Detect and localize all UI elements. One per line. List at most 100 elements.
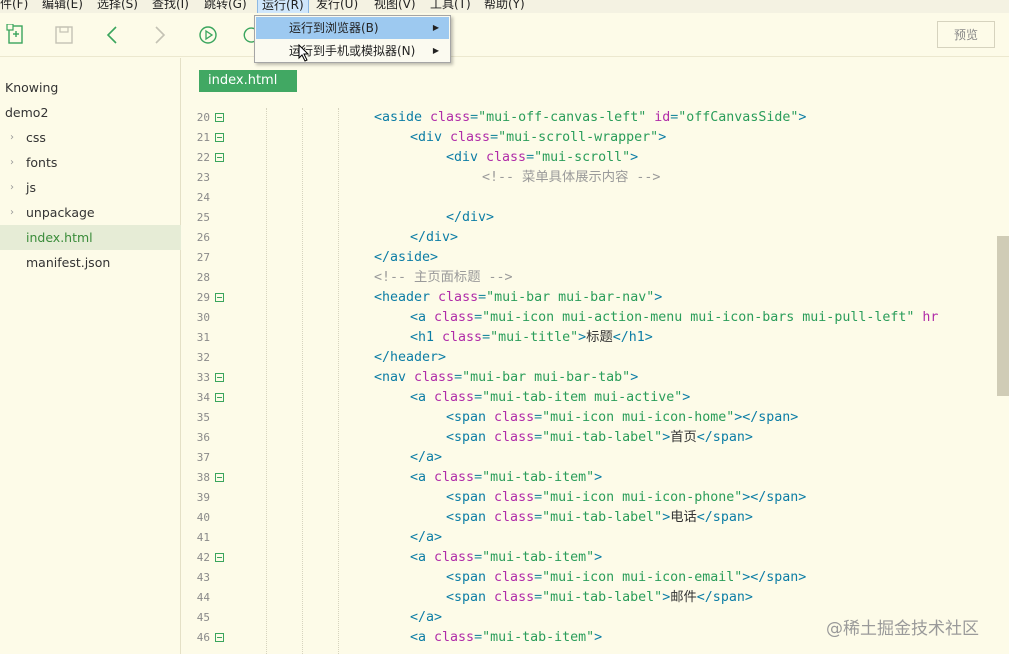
code-token: <span xyxy=(446,410,495,425)
chevron-right-icon[interactable]: › xyxy=(10,200,14,225)
new-file-icon[interactable] xyxy=(4,23,28,47)
line-number: 34 xyxy=(196,391,210,404)
code-line[interactable]: 44 <span class="mui-tab-label">邮件</span> xyxy=(182,588,997,608)
code-line[interactable]: 28 <!-- 主页面标题 --> xyxy=(182,268,997,288)
back-icon[interactable] xyxy=(100,23,124,47)
fold-toggle-icon[interactable] xyxy=(215,373,224,382)
code-token: = xyxy=(478,290,487,305)
code-line[interactable]: 26 </div> xyxy=(182,228,997,248)
code-line[interactable]: 25 </div> xyxy=(182,208,997,228)
code-line[interactable]: 32 </header> xyxy=(182,348,997,368)
menu-item[interactable]: 帮助(Y) xyxy=(484,0,525,12)
code-token: </span> xyxy=(696,590,753,605)
code-token: <div xyxy=(446,150,487,165)
code-line[interactable]: 35 <span class="mui-icon mui-icon-home"><… xyxy=(182,408,997,428)
code-token: ></span> xyxy=(742,490,807,505)
code-token: <div xyxy=(410,130,451,145)
code-token: > xyxy=(662,430,671,445)
code-token: ></span> xyxy=(742,570,807,585)
sidebar-item[interactable]: index.html xyxy=(0,225,181,250)
tab-index-html[interactable]: index.html xyxy=(199,70,297,92)
code-line[interactable]: 40 <span class="mui-tab-label">电话</span> xyxy=(182,508,997,528)
code-line[interactable]: 29 <header class="mui-bar mui-bar-nav"> xyxy=(182,288,997,308)
menu-bar: 件(F) 编辑(E) 选择(S) 查找(I) 跳转(G) 运行(R) 发行(U) 视图(V) 工… xyxy=(0,0,1009,13)
code-line[interactable]: 23 <!-- 菜单具体展示内容 --> xyxy=(182,168,997,188)
save-icon[interactable] xyxy=(52,23,76,47)
code-token: class xyxy=(494,510,535,525)
sidebar-item[interactable]: › js xyxy=(0,175,181,200)
code-text: </div> xyxy=(446,208,494,228)
fold-toggle-icon[interactable] xyxy=(215,633,224,642)
code-line[interactable]: 20 <aside class="mui-off-canvas-left" id=… xyxy=(182,108,997,128)
run-icon[interactable] xyxy=(196,23,220,47)
fold-toggle-icon[interactable] xyxy=(215,293,224,302)
code-line[interactable]: 43 <span class="mui-icon mui-icon-email">… xyxy=(182,568,997,588)
code-text: <span class="mui-icon mui-icon-phone"></… xyxy=(446,488,806,508)
code-text: </a> xyxy=(410,608,442,628)
code-line[interactable]: 27 </aside> xyxy=(182,248,997,268)
code-line[interactable]: 33 <nav class="mui-bar mui-bar-tab"> xyxy=(182,368,997,388)
menu-item[interactable]: 编辑(E) xyxy=(42,0,83,12)
fold-toggle-icon[interactable] xyxy=(215,393,224,402)
submenu-arrow-icon: ▶ xyxy=(432,23,439,32)
code-token: > xyxy=(654,290,663,305)
fold-toggle-icon[interactable] xyxy=(215,113,224,122)
code-line[interactable]: 22 <div class="mui-scroll"> xyxy=(182,148,997,168)
menu-item[interactable]: 工具(T) xyxy=(430,0,471,12)
code-token: class xyxy=(430,110,471,125)
menu-item[interactable]: 运行(R) xyxy=(257,0,309,13)
code-line[interactable]: 39 <span class="mui-icon mui-icon-phone">… xyxy=(182,488,997,508)
menu-item[interactable]: 发行(U) xyxy=(316,0,358,12)
code-line[interactable]: 42 <a class="mui-tab-item"> xyxy=(182,548,997,568)
fold-toggle-icon[interactable] xyxy=(215,553,224,562)
code-line[interactable]: 41 </a> xyxy=(182,528,997,548)
sidebar-item[interactable]: › fonts xyxy=(0,150,181,175)
code-editor[interactable]: index.html 20 <aside class="mui-off-canva… xyxy=(182,58,1009,654)
sidebar-item-label: fonts xyxy=(26,155,58,170)
sidebar-item-label: unpackage xyxy=(26,205,95,220)
fold-toggle-icon[interactable] xyxy=(215,133,224,142)
run-to-device-item[interactable]: 运行到手机或模拟器(N) ▶ xyxy=(256,40,449,62)
code-line[interactable]: 21 <div class="mui-scroll-wrapper"> xyxy=(182,128,997,148)
submenu-arrow-icon: ▶ xyxy=(432,46,439,55)
chevron-right-icon[interactable]: › xyxy=(10,150,14,175)
code-token: "mui-icon mui-icon-phone" xyxy=(542,490,743,505)
menu-item[interactable]: 选择(S) xyxy=(97,0,138,12)
code-token: > xyxy=(594,470,603,485)
code-token: </aside> xyxy=(374,250,439,265)
sidebar-item[interactable]: › css xyxy=(0,125,181,150)
sidebar-item-label: index.html xyxy=(26,230,93,245)
menu-item[interactable]: 视图(V) xyxy=(374,0,416,12)
code-line[interactable]: 36 <span class="mui-tab-label">首页</span> xyxy=(182,428,997,448)
sidebar-item[interactable]: › unpackage xyxy=(0,200,181,225)
sidebar-item[interactable]: manifest.json xyxy=(0,250,181,275)
sidebar-item[interactable]: demo2 xyxy=(0,100,181,125)
code-token: <a xyxy=(410,470,435,485)
code-text: <a class="mui-tab-item"> xyxy=(410,628,602,648)
preview-button[interactable]: 预览 xyxy=(937,21,995,48)
sidebar-item[interactable]: Knowing xyxy=(0,75,181,100)
code-token: <h1 xyxy=(410,330,443,345)
code-token: <a xyxy=(410,550,435,565)
chevron-right-icon[interactable]: › xyxy=(10,125,14,150)
fold-toggle-icon[interactable] xyxy=(215,153,224,162)
menu-item[interactable]: 查找(I) xyxy=(152,0,189,12)
vertical-scrollbar[interactable] xyxy=(997,236,1009,396)
code-line[interactable]: 34 <a class="mui-tab-item mui-active"> xyxy=(182,388,997,408)
chevron-right-icon[interactable]: › xyxy=(10,175,14,200)
code-line[interactable]: 31 <h1 class="mui-title">标题</h1> xyxy=(182,328,997,348)
code-token: </a> xyxy=(410,450,443,465)
code-line[interactable]: 38 <a class="mui-tab-item"> xyxy=(182,468,997,488)
toolbar: 预览 xyxy=(0,13,1009,57)
code-line[interactable]: 24 xyxy=(182,188,997,208)
code-line[interactable]: 37 </a> xyxy=(182,448,997,468)
run-to-browser-item[interactable]: 运行到浏览器(B) ▶ xyxy=(256,17,449,39)
menu-item[interactable]: 件(F) xyxy=(0,0,28,12)
code-area[interactable]: 20 <aside class="mui-off-canvas-left" id=… xyxy=(182,108,997,654)
forward-icon[interactable] xyxy=(148,23,172,47)
fold-toggle-icon[interactable] xyxy=(215,473,224,482)
code-line[interactable]: 30 <a class="mui-icon mui-action-menu mui… xyxy=(182,308,997,328)
menu-item[interactable]: 跳转(G) xyxy=(204,0,247,12)
line-number: 22 xyxy=(196,151,210,164)
code-token: 标题 xyxy=(586,330,613,345)
